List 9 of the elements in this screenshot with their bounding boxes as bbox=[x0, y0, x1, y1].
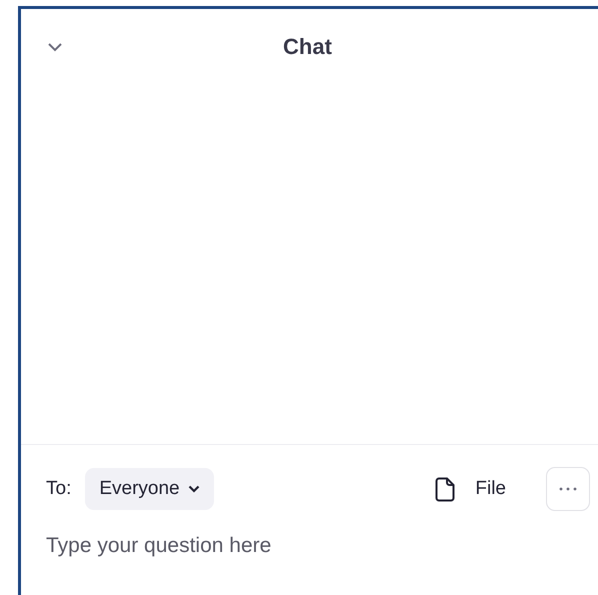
file-button[interactable]: File bbox=[435, 474, 506, 504]
more-icon bbox=[559, 487, 577, 491]
caret-icon bbox=[188, 485, 200, 493]
message-input[interactable]: Type your question here bbox=[21, 511, 598, 571]
to-label: To: bbox=[46, 476, 72, 501]
panel-title: Chat bbox=[283, 33, 333, 61]
file-icon bbox=[435, 476, 456, 502]
recipient-dropdown[interactable]: Everyone bbox=[85, 468, 214, 510]
collapse-chevron-icon[interactable] bbox=[47, 42, 63, 52]
